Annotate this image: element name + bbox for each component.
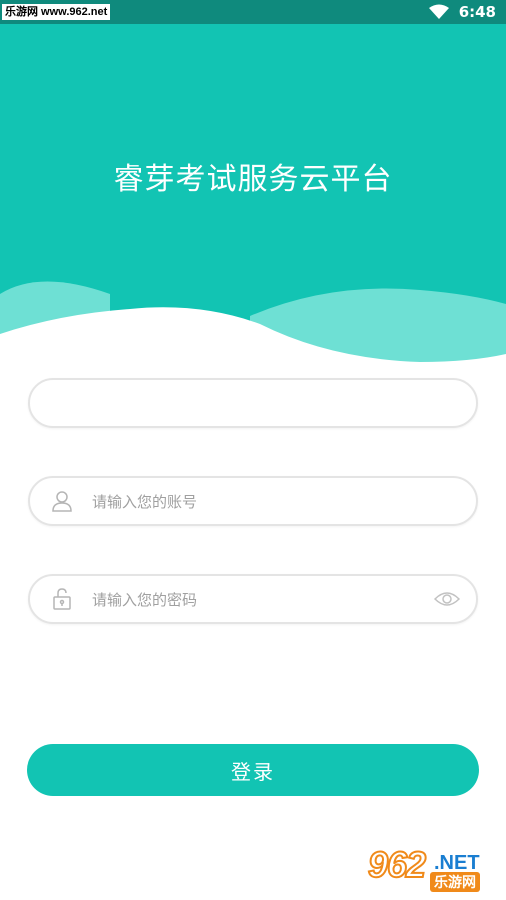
account-input[interactable] [90,478,424,526]
header-banner: 睿芽考试服务云平台 [0,24,506,384]
logo-cn: 乐游网 [430,872,480,892]
clock: 6:48 [458,3,496,21]
password-input[interactable] [90,576,424,624]
status-right: 6:48 [428,0,496,24]
logo-number: 962 [367,843,427,886]
app-title: 睿芽考试服务云平台 [113,162,393,197]
watermark-label: 乐游网 www.962.net [2,4,111,20]
status-bar: 乐游网 www.962.net 6:48 [0,0,506,24]
password-field[interactable] [28,574,478,624]
wifi-icon [428,4,449,19]
first-input-field[interactable] [28,378,478,428]
eye-icon[interactable] [434,588,460,610]
wave-decoration [0,281,506,384]
first-input[interactable] [90,380,424,428]
site-watermark-logo: 962 .NET 乐游网 [367,842,498,894]
user-icon [52,491,72,512]
login-button[interactable]: 登录 [27,744,479,796]
lock-icon [53,588,71,610]
account-field[interactable] [28,476,478,526]
